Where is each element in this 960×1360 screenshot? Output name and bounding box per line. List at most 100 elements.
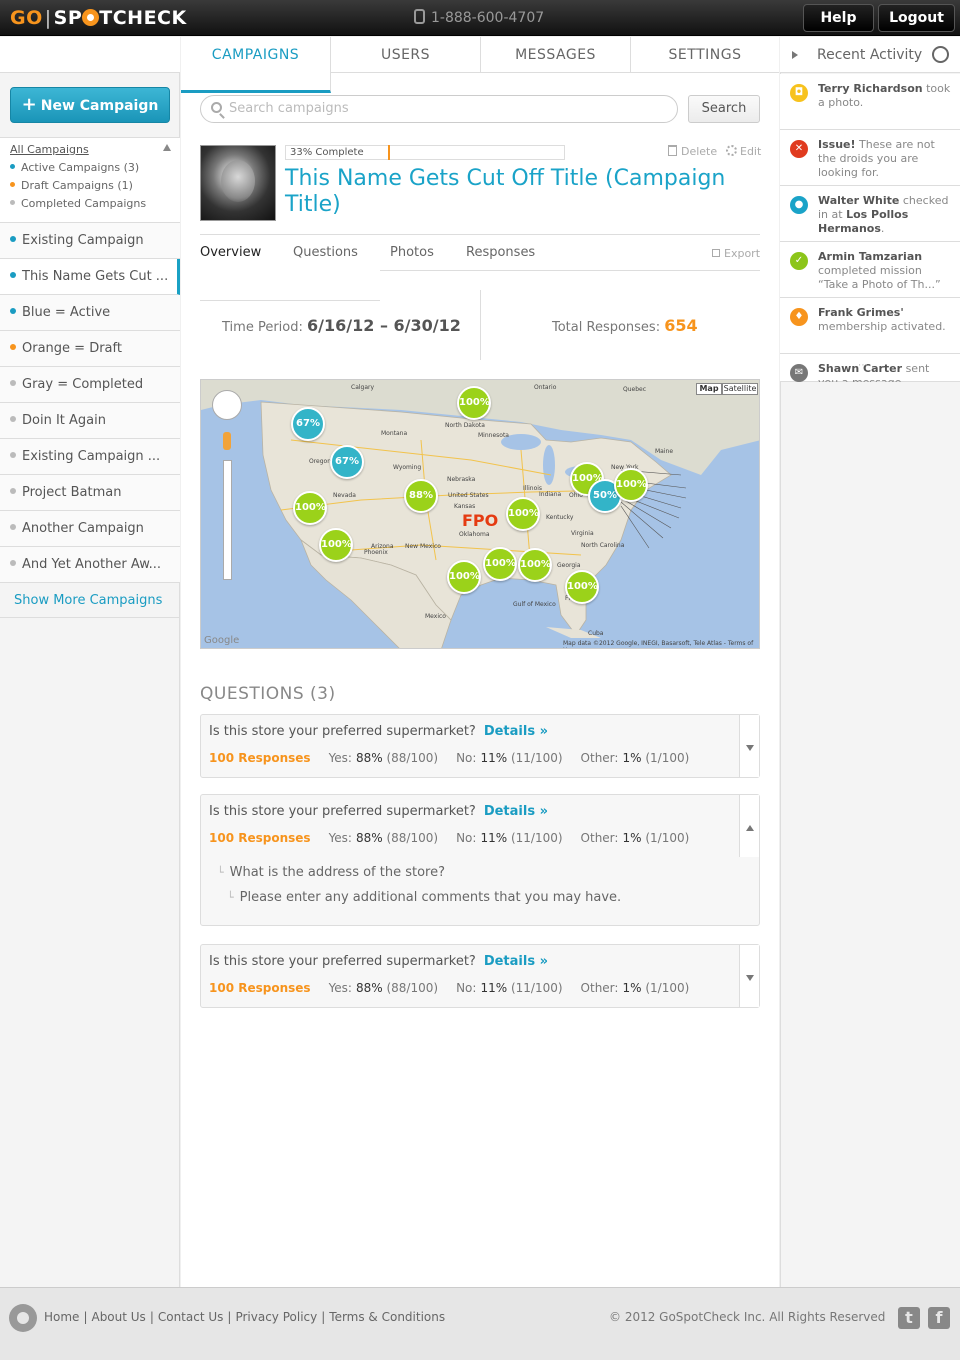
sidebar-campaign-item[interactable]: Another Campaign [0, 511, 180, 547]
location-icon: ● [790, 196, 808, 214]
map-place-label: Phoenix [364, 549, 388, 556]
subtab-questions[interactable]: Questions [293, 245, 358, 260]
sidebar-campaign-item[interactable]: Project Batman [0, 475, 180, 511]
map-cluster-marker[interactable]: 100% [483, 547, 517, 581]
map-place-label: Indiana [539, 491, 562, 498]
responses-count[interactable]: 100 Responses [209, 981, 311, 995]
answer-label: No: [456, 831, 477, 845]
logout-button[interactable]: Logout [878, 4, 955, 32]
tab-settings[interactable]: SETTINGS [631, 37, 779, 73]
sidebar-campaign-item[interactable]: Doin It Again [0, 403, 180, 439]
activity-item[interactable]: ● Walter White checked in at Los Pollos H… [780, 186, 960, 242]
help-button[interactable]: Help [803, 4, 874, 32]
map-view-button[interactable]: Map [696, 383, 722, 395]
activity-name: Armin Tamzarian [818, 250, 923, 263]
details-link[interactable]: Details » [484, 724, 548, 739]
sidebar-campaign-item[interactable]: Existing Campaign [0, 223, 180, 259]
subtab-responses[interactable]: Responses [466, 245, 535, 260]
gear-icon [726, 145, 737, 156]
divider [0, 617, 180, 618]
search-input[interactable]: Search campaigns [200, 95, 678, 123]
sidebar-campaign-item[interactable]: This Name Gets Cut ... [0, 259, 180, 295]
map-cluster-marker[interactable]: 100% [565, 570, 599, 604]
map-cluster-marker[interactable]: 67% [330, 445, 364, 479]
activity-item[interactable]: ✉ Shawn Carter sent you a message. [780, 354, 960, 382]
map-cluster-marker[interactable]: 88% [404, 479, 438, 513]
filter-all-campaigns[interactable]: All Campaigns [10, 143, 89, 156]
sidebar-campaign-item[interactable]: Existing Campaign ... [0, 439, 180, 475]
show-more-campaigns-link[interactable]: Show More Campaigns [14, 593, 162, 608]
delete-campaign-link[interactable]: Delete [668, 145, 717, 158]
sub-question-arrow-icon: └ [217, 866, 224, 879]
campaign-progress-bar: 33% Complete [285, 145, 565, 160]
footer-link[interactable]: About Us [91, 1310, 145, 1324]
map-pan-control[interactable] [212, 390, 242, 420]
status-dot-icon [10, 344, 16, 350]
activity-item[interactable]: ♦ Frank Grimes' membership activated. [780, 298, 960, 354]
collapse-arrow-icon[interactable] [746, 825, 754, 831]
play-icon[interactable] [792, 51, 798, 59]
filter-completed-campaigns[interactable]: Completed Campaigns [10, 197, 146, 210]
sidebar-campaign-item[interactable]: And Yet Another Aw... [0, 547, 180, 583]
map-place-label: Oregon [309, 458, 332, 465]
footer-link[interactable]: Privacy Policy [235, 1310, 317, 1324]
export-link[interactable]: Export [712, 247, 760, 260]
main-content [181, 37, 779, 1287]
sidebar-campaign-item[interactable]: Orange = Draft [0, 331, 180, 367]
map-cluster-marker[interactable]: 100% [447, 560, 481, 594]
search-icon [211, 102, 222, 113]
sidebar-campaign-label: And Yet Another Aw... [22, 557, 162, 572]
map-cluster-marker[interactable]: 100% [457, 386, 491, 420]
map-cluster-marker[interactable]: 100% [319, 528, 353, 562]
map-cluster-marker[interactable]: 100% [518, 548, 552, 582]
filter-draft-campaigns[interactable]: Draft Campaigns (1) [10, 179, 133, 192]
expand-arrow-icon[interactable] [746, 745, 754, 751]
map-zoom-slider[interactable] [223, 460, 232, 580]
footer-link[interactable]: Terms & Conditions [329, 1310, 445, 1324]
collapse-arrow-icon[interactable] [163, 144, 171, 151]
map-cluster-marker[interactable]: 100% [614, 468, 648, 502]
tab-messages[interactable]: MESSAGES [481, 37, 631, 73]
answer-no: No: 11% (11/100) [456, 751, 562, 765]
map-place-label: North Carolina [581, 542, 625, 549]
tab-users[interactable]: USERS [331, 37, 481, 73]
answer-label: Yes: [328, 751, 352, 765]
search-button[interactable]: Search [688, 95, 760, 123]
details-link[interactable]: Details » [484, 954, 548, 969]
street-view-pegman-icon[interactable] [223, 432, 231, 450]
satellite-view-button[interactable]: Satellite [722, 383, 758, 395]
answer-label: No: [456, 981, 477, 995]
expand-arrow-icon[interactable] [746, 975, 754, 981]
responses-count[interactable]: 100 Responses [209, 751, 311, 765]
response-map[interactable]: Map Satellite Calgary Ontario Quebec North … [200, 379, 760, 649]
map-place-label: Nevada [333, 492, 356, 499]
map-cluster-marker[interactable]: 100% [506, 497, 540, 531]
sub-question: └ What is the address of the store? [217, 865, 445, 880]
draft-dot-icon [10, 182, 15, 187]
sidebar-campaign-item[interactable]: Gray = Completed [0, 367, 180, 403]
gospotcheck-logo[interactable]: GO | SP TCHECK [10, 7, 187, 29]
map-credit[interactable]: Map data ©2012 Google, INEGI, Basarsoft,… [563, 640, 759, 648]
new-campaign-button[interactable]: + New Campaign [10, 87, 170, 123]
activity-pulse-icon[interactable] [932, 46, 949, 63]
map-place-label: Gulf of Mexico [513, 601, 556, 608]
edit-campaign-link[interactable]: Edit [726, 145, 761, 158]
twitter-icon[interactable]: t [898, 1307, 920, 1329]
activity-item[interactable]: ◘ Terry Richardson took a photo. [780, 74, 960, 130]
activity-item[interactable]: ✓ Armin Tamzarian completed mission “Take… [780, 242, 960, 298]
sidebar-campaign-item[interactable]: Blue = Active [0, 295, 180, 331]
footer-link[interactable]: Contact Us [158, 1310, 224, 1324]
map-cluster-marker[interactable]: 100% [293, 491, 327, 525]
responses-count[interactable]: 100 Responses [209, 831, 311, 845]
question-label: Is this store your preferred supermarket… [209, 724, 476, 739]
details-link[interactable]: Details » [484, 804, 548, 819]
activity-item[interactable]: ✕ Issue! These are not the droids you are… [780, 130, 960, 186]
map-cluster-marker[interactable]: 67% [291, 407, 325, 441]
facebook-icon[interactable]: f [928, 1307, 950, 1329]
footer-link[interactable]: Home [44, 1310, 79, 1324]
divider [200, 234, 760, 235]
support-phone: 1-888-600-4707 [414, 9, 544, 26]
filter-active-campaigns[interactable]: Active Campaigns (3) [10, 161, 139, 174]
tab-campaigns[interactable]: CAMPAIGNS [181, 37, 331, 93]
subtab-photos[interactable]: Photos [390, 245, 434, 260]
